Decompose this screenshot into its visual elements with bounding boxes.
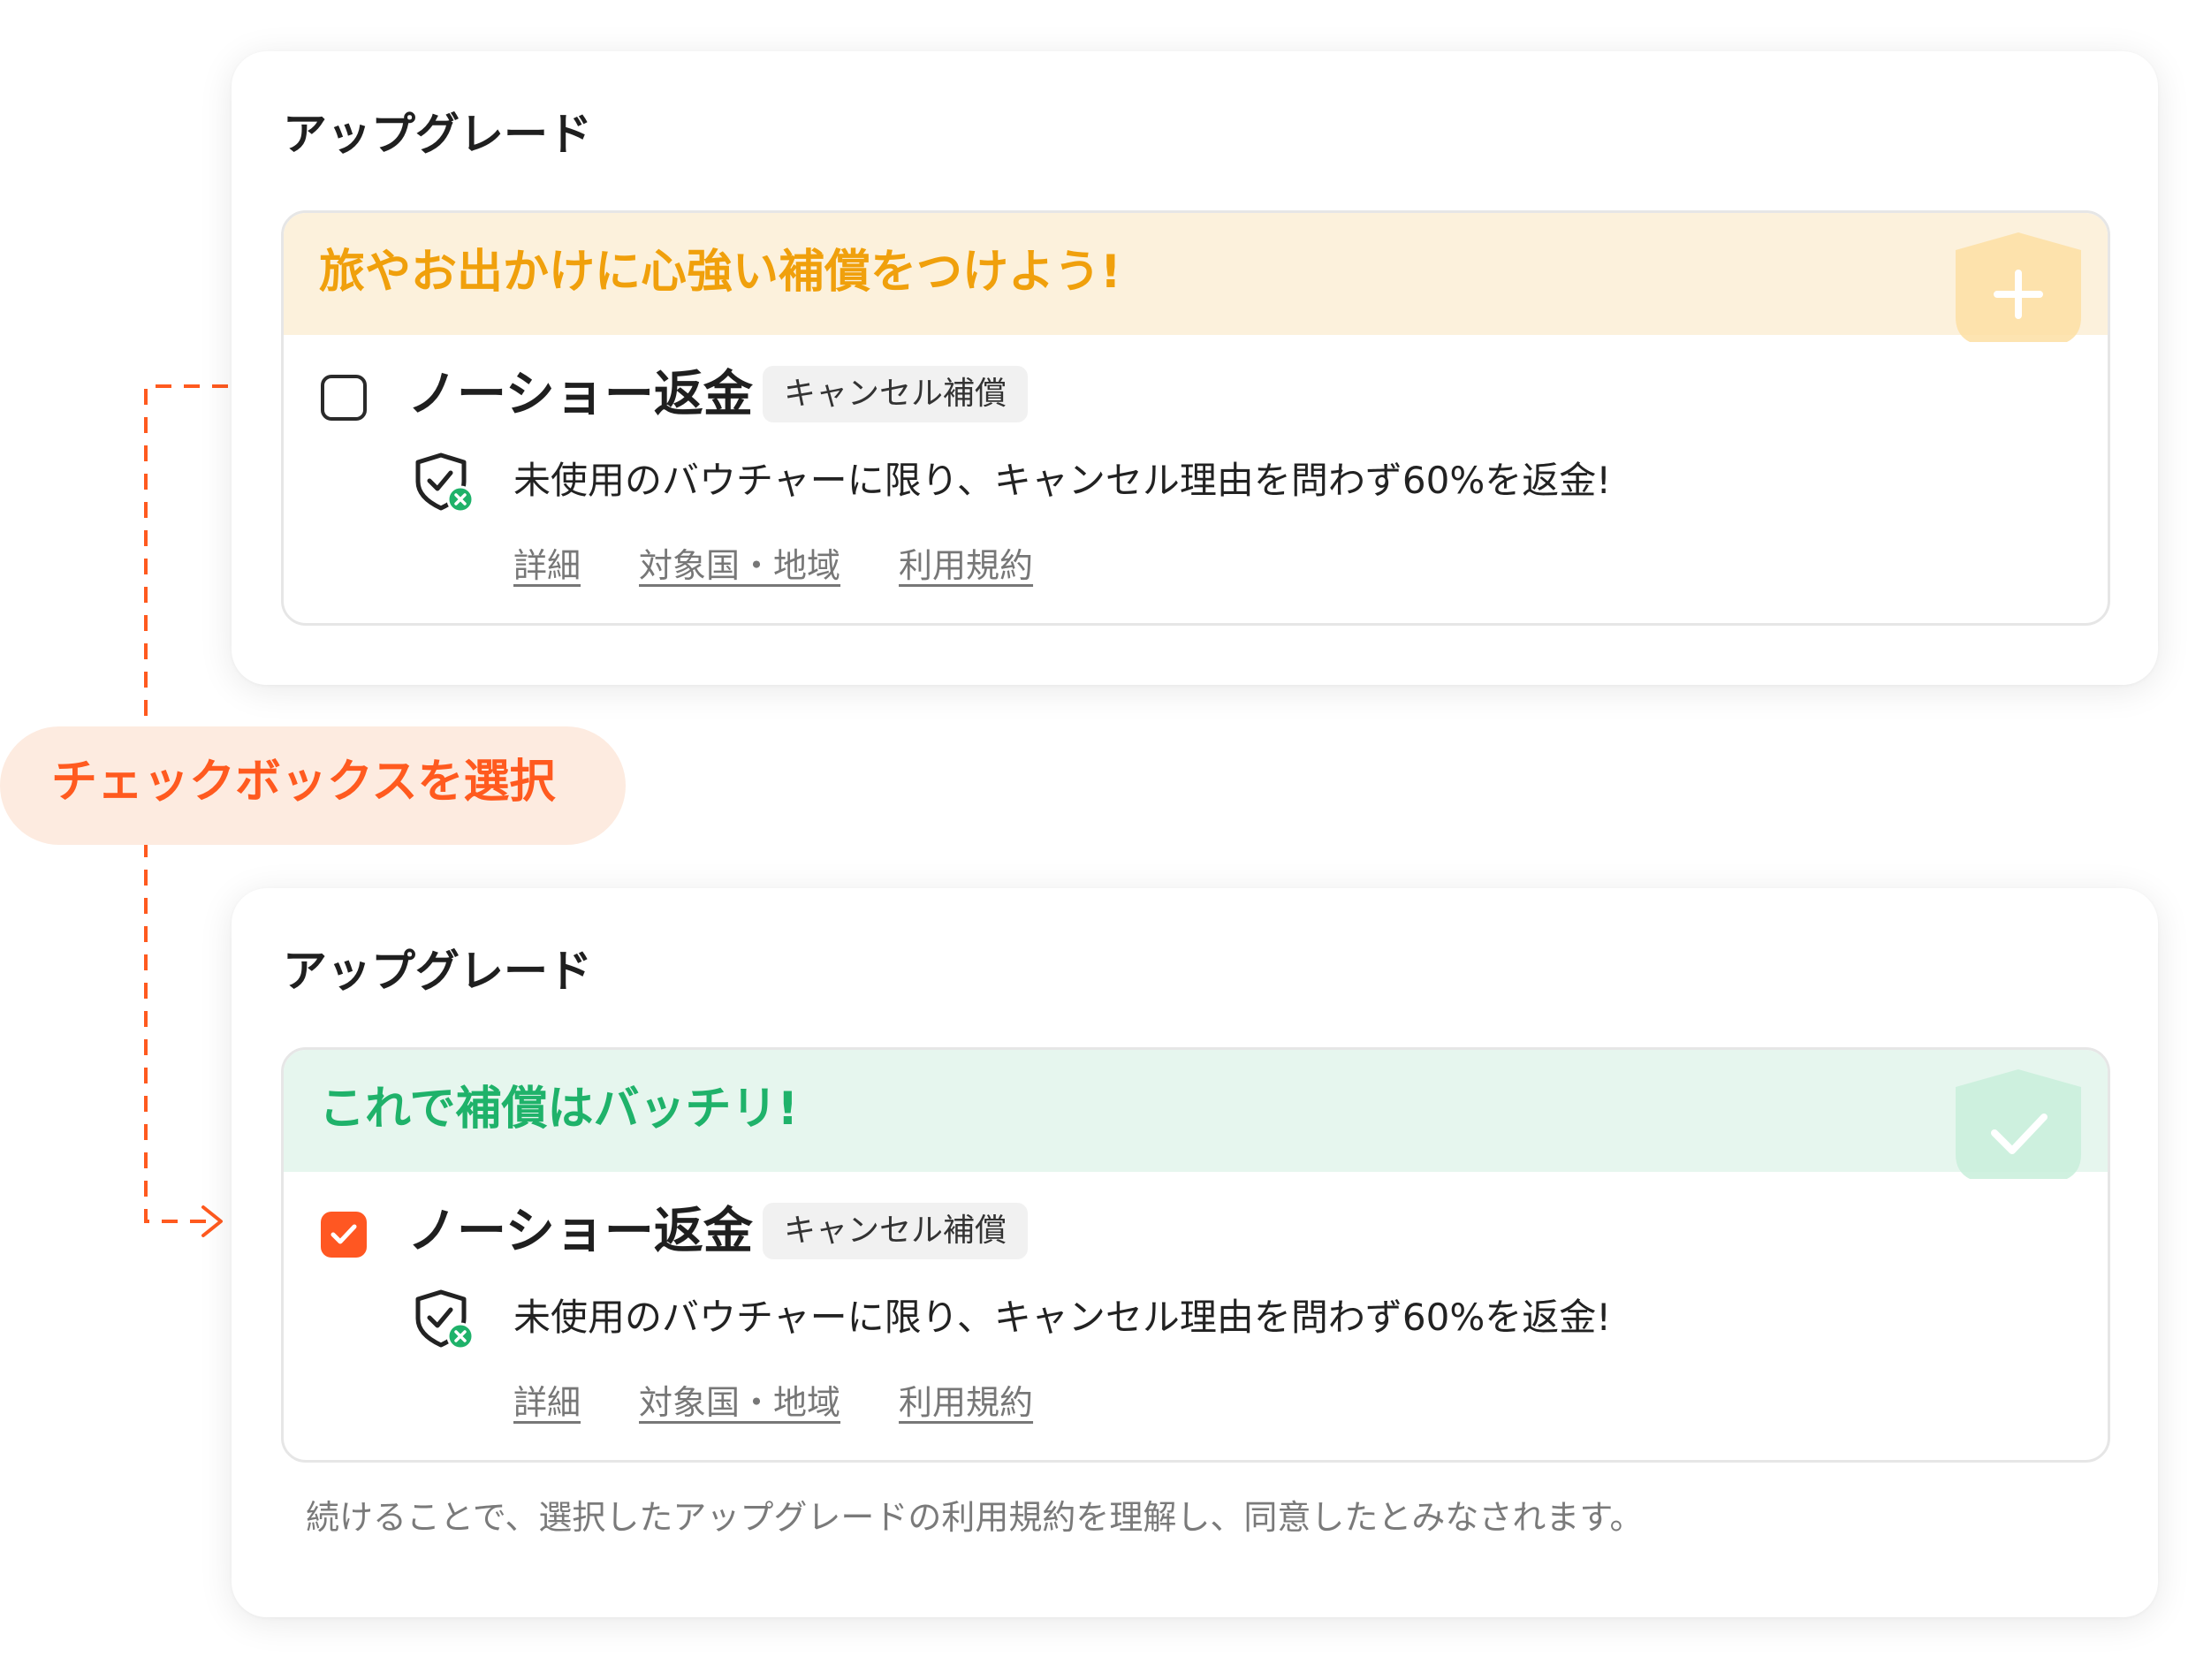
noshow-refund-checkbox[interactable]	[321, 375, 367, 421]
cancel-coverage-badge: キャンセル補償	[763, 1203, 1029, 1259]
eligible-regions-link[interactable]: 対象国・地域	[639, 546, 840, 585]
product-name: ノーショー返金	[407, 1203, 753, 1260]
upgrade-card-before: アップグレード 旅やお出かけに心強い補償をつけよう! ノーショー返金 キャンセル…	[232, 51, 2158, 685]
feature-description: 未使用のバウチャーに限り、キャンセル理由を問わず60%を返金!	[513, 1296, 1612, 1339]
details-link[interactable]: 詳細	[513, 1383, 581, 1422]
shield-refund-icon	[415, 1289, 475, 1350]
upgrade-card-after: アップグレード これで補償はバッチリ! ノーショー返金 キャンセル補償 未使用の…	[232, 888, 2158, 1617]
info-links: 詳細 対象国・地域 利用規約	[513, 1375, 1091, 1424]
details-link[interactable]: 詳細	[513, 546, 581, 585]
shield-plus-icon	[1956, 232, 2081, 342]
upgrade-option-panel: 旅やお出かけに心強い補償をつけよう! ノーショー返金 キャンセル補償 未使用のバ…	[281, 210, 2110, 626]
terms-agreement-text: 続けることで、選択したアップグレードの利用規約を理解し、同意したとみなされます。	[306, 1498, 1644, 1537]
flow-connector-arrow	[144, 384, 228, 1237]
shield-refund-icon	[415, 452, 475, 513]
step-instruction-label: チェックボックスを選択	[51, 756, 556, 809]
upgrade-panel-header: これで補償はバッチリ!	[284, 1050, 2108, 1179]
info-links: 詳細 対象国・地域 利用規約	[513, 538, 1091, 587]
feature-description: 未使用のバウチャーに限り、キャンセル理由を問わず60%を返金!	[513, 459, 1612, 502]
upgrade-panel-header: 旅やお出かけに心強い補償をつけよう!	[284, 213, 2108, 342]
shield-check-icon	[1956, 1069, 2081, 1179]
step-instruction-pill: チェックボックスを選択	[0, 726, 626, 845]
upgrade-section-title: アップグレード	[283, 109, 592, 160]
upgrade-promo-text: 旅やお出かけに心強い補償をつけよう!	[319, 246, 1121, 299]
upgrade-confirm-text: これで補償はバッチリ!	[319, 1083, 799, 1136]
eligible-regions-link[interactable]: 対象国・地域	[639, 1383, 840, 1422]
terms-link[interactable]: 利用規約	[899, 546, 1033, 585]
checkmark-icon	[331, 1224, 357, 1244]
upgrade-section-title: アップグレード	[283, 946, 592, 997]
product-name: ノーショー返金	[407, 366, 753, 423]
noshow-refund-checkbox[interactable]	[321, 1212, 367, 1258]
terms-link[interactable]: 利用規約	[899, 1383, 1033, 1422]
cancel-coverage-badge: キャンセル補償	[763, 366, 1029, 422]
upgrade-option-panel: これで補償はバッチリ! ノーショー返金 キャンセル補償 未使用のバウチャーに限り…	[281, 1047, 2110, 1463]
